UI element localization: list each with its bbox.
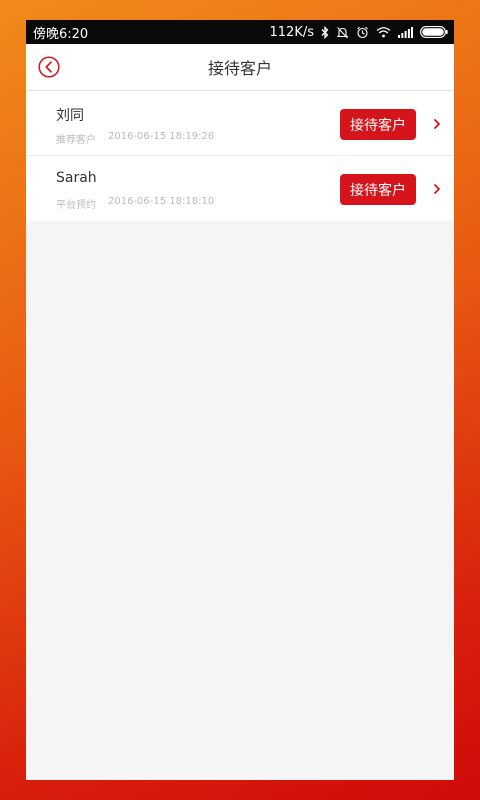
page-title: 接待客户 [207, 59, 272, 78]
receive-customer-button[interactable]: 接待客户 [340, 109, 416, 140]
customer-row[interactable]: 刘同 推荐客户 2016-06-15 18:19:26 接待客户 [26, 91, 454, 156]
status-time: 傍晚6:20 [33, 26, 89, 42]
alarm-icon [357, 26, 368, 38]
network-speed: 112K/s [269, 24, 315, 40]
receive-customer-button[interactable]: 接待客户 [340, 174, 416, 205]
status-icons: 112K/s [270, 25, 449, 40]
signal-icon [398, 26, 413, 38]
status-bar: 傍晚6:20 112K/s [26, 20, 454, 44]
customer-row[interactable]: Sarah 平台预约 2016-06-15 18:18:10 接待客户 [26, 156, 454, 221]
bluetooth-icon [321, 25, 329, 39]
customer-list: 刘同 推荐客户 2016-06-15 18:19:26 接待客户 Sarah 平… [26, 91, 454, 221]
phone-screen: 傍晚6:20 112K/s 接待客户 刘同 推荐客户 2016-06-15 18… [26, 20, 454, 780]
wifi-icon [376, 27, 391, 38]
chevron-right-icon[interactable] [432, 118, 442, 130]
customer-name: 刘同 [56, 108, 84, 124]
navigation-bar: 接待客户 [26, 44, 454, 91]
chevron-right-icon[interactable] [432, 183, 442, 195]
customer-source: 平台预约 [56, 200, 96, 211]
battery-icon [420, 26, 448, 38]
customer-source: 推荐客户 [56, 135, 96, 146]
customer-meta: 平台预约 2016-06-15 18:18:10 [56, 196, 214, 211]
customer-time: 2016-06-15 18:19:26 [108, 131, 215, 142]
mute-bell-icon [336, 26, 349, 38]
back-arrow-icon [38, 56, 60, 78]
back-button[interactable] [38, 56, 60, 78]
customer-name: Sarah [56, 170, 97, 186]
customer-time: 2016-06-15 18:18:10 [108, 196, 215, 207]
customer-meta: 推荐客户 2016-06-15 18:19:26 [56, 131, 214, 146]
